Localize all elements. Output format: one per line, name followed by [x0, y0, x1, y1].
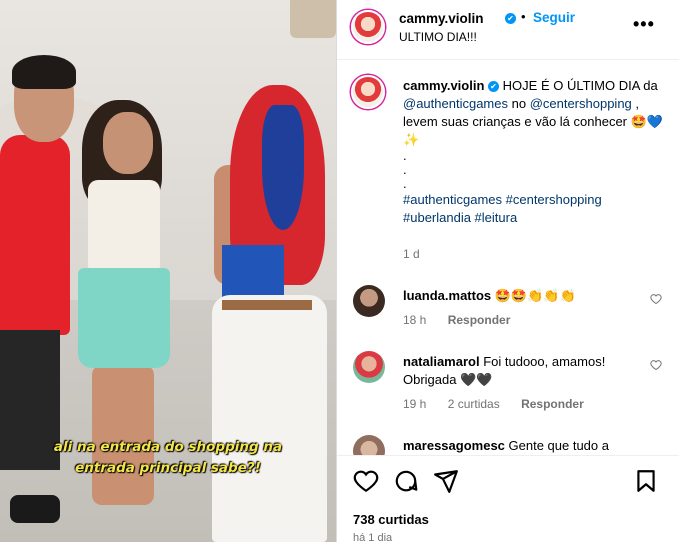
post-media[interactable]: ali na entrada do shopping na entrada pr…	[0, 0, 336, 542]
comment-username[interactable]: luanda.mattos	[403, 288, 491, 303]
post-subtitle: ULTIMO DIA!!!	[399, 30, 477, 44]
post-panel: cammy.violin ✔ • Seguir ULTIMO DIA!!! ••…	[337, 0, 679, 542]
like-comment-icon[interactable]	[650, 359, 662, 371]
post-header: cammy.violin ✔ • Seguir ULTIMO DIA!!! ••…	[337, 0, 679, 60]
person-red-shirt	[0, 135, 70, 335]
share-icon[interactable]	[433, 468, 459, 494]
likes-count[interactable]: 738 curtidas	[353, 512, 429, 527]
more-options-icon[interactable]: •••	[633, 14, 655, 35]
like-comment-icon[interactable]	[650, 293, 662, 305]
ceiling-lamp	[290, 0, 336, 38]
hashtag-links[interactable]: #authenticgames #centershopping #uberlan…	[403, 191, 669, 227]
comment-text: nataliamarol Foi tudooo, amamos! Obrigad…	[403, 353, 653, 389]
comment-time[interactable]: 19 h	[403, 397, 426, 411]
mention-link[interactable]: @centershopping	[530, 96, 632, 111]
comments-section[interactable]: cammy.violin ✔ HOJE É O ÚLTIMO DIA da @a…	[337, 61, 679, 455]
avatar[interactable]	[353, 435, 385, 455]
avatar[interactable]	[351, 75, 385, 109]
woman-legs	[92, 365, 154, 505]
reply-button[interactable]: Responder	[521, 397, 584, 411]
comment-text: luanda.mattos 🤩🤩👏👏👏	[403, 287, 653, 305]
action-bar: 738 curtidas há 1 dia	[337, 455, 679, 542]
woman-top	[88, 180, 160, 275]
redhead-top	[222, 245, 284, 300]
comment-time[interactable]: 18 h	[403, 313, 426, 327]
follow-button[interactable]: Seguir	[533, 10, 575, 25]
video-caption-line: entrada principal sabe?!	[75, 460, 261, 476]
post-caption: cammy.violin ✔ HOJE É O ÚLTIMO DIA da @a…	[403, 77, 669, 227]
author-username[interactable]: cammy.violin	[399, 11, 484, 26]
video-caption-line: ali na entrada do shopping na	[53, 439, 283, 455]
comment-body: Gente que tudo a	[504, 438, 609, 453]
post-date[interactable]: há 1 dia	[353, 532, 392, 542]
comment-icon[interactable]	[393, 468, 419, 494]
video-caption: ali na entrada do shopping na entrada pr…	[20, 437, 316, 479]
avatar[interactable]	[353, 351, 385, 383]
verified-icon: ✔	[505, 13, 516, 24]
caption-text: no	[511, 96, 530, 111]
caption-text: HOJE É O ÚLTIMO DIA da	[502, 78, 658, 93]
comment-meta: 18 h Responder	[403, 313, 528, 327]
reply-button[interactable]: Responder	[448, 313, 511, 327]
post-time[interactable]: 1 d	[403, 247, 420, 261]
woman-skirt	[78, 268, 170, 368]
redhead-bow	[262, 105, 304, 230]
comment-username[interactable]: maressagomesc	[403, 438, 505, 453]
person-shoe	[10, 495, 60, 523]
comment-username[interactable]: nataliamarol	[403, 354, 480, 369]
comment-likes[interactable]: 2 curtidas	[448, 397, 500, 411]
comment-text: maressagomesc Gente que tudo a	[403, 437, 653, 455]
comment-meta: 19 h 2 curtidas Responder	[403, 397, 602, 411]
verified-icon: ✔	[488, 81, 500, 93]
separator-dot: •	[521, 9, 526, 24]
woman-face	[103, 112, 153, 174]
redhead-belt	[222, 300, 312, 310]
avatar[interactable]	[351, 10, 385, 44]
comment-body: 🤩🤩👏👏👏	[491, 288, 576, 303]
redhead-pants	[212, 295, 327, 542]
mention-link[interactable]: @authenticgames	[403, 96, 508, 111]
bookmark-icon[interactable]	[633, 468, 659, 494]
avatar[interactable]	[353, 285, 385, 317]
caption-username[interactable]: cammy.violin	[403, 78, 484, 93]
like-heart-icon[interactable]	[353, 468, 379, 494]
caption-dots: . . .	[403, 148, 407, 191]
person-hair	[12, 55, 76, 89]
